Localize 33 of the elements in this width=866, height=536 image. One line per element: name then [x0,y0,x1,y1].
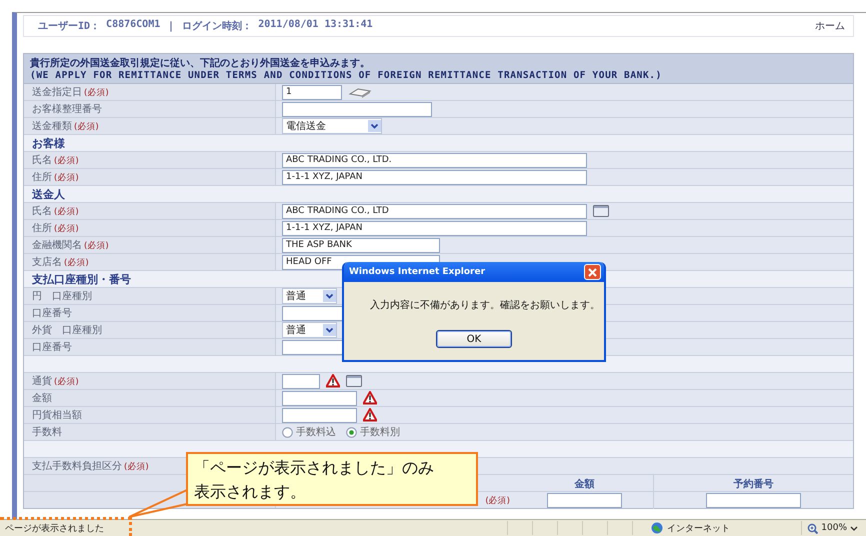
column-header: 金額 [574,478,596,492]
required-mark: (必須) [485,494,510,506]
field-label: 口座番号 [32,306,72,320]
login-time-label: ログイン時刻： [182,20,252,33]
section-heading: お客様 [24,135,853,151]
field-label: 金額 [32,392,52,405]
field-label: 氏名 (必須) [32,154,79,167]
intro-text: 貴行所定の外国送金取引規定に従い、下記のとおり外国送金を申込みます。 [30,57,371,70]
field-label: 円 口座種別 [32,290,92,303]
field-label: 金融機関名 (必須) [32,238,109,252]
field-label: 円貨相当額 [32,408,82,422]
callout-tooltip: 「ページが表示されました」のみ 表示されます。 [186,452,478,506]
section-heading: 送金人 [24,186,853,202]
field-label: 手数料 [32,426,62,439]
field-label: 口座番号 [32,340,72,354]
field-label: 住所 (必須) [32,170,79,184]
field-label: 支払手数料負担区分 (必須) [32,460,149,473]
field-label: 住所 (必須) [32,222,79,235]
field-label: 通貨 (必須) [32,374,79,388]
field-label: 外貨 口座種別 [32,324,102,337]
user-id: C8876COM1 [106,19,160,32]
user-id-label: ユーザーID： [38,20,100,33]
field-label: 送金指定日 (必須) [32,86,109,99]
intro-text: (WE APPLY FOR REMITTANCE UNDER TERMS AND CONDITIONS OF FOREIGN REMITTANCE TRANSACTION OF YOUR BANK.) [30,70,663,81]
login-time: 2011/08/01 13:31:41 [258,19,373,32]
field-label: 氏名 (必須) [32,204,79,218]
field-label: 送金種類 (必須) [32,120,99,133]
separator: ｜ [166,20,176,33]
field-label: 支店名 (必須) [32,256,89,269]
dialog-message: 入力内容に不備があります。確認をお願いします。 [370,298,600,312]
field-label: お客様整理番号 [32,102,102,116]
security-zone: インターネット [667,522,730,534]
status-message: ページが表示されました [5,522,104,534]
